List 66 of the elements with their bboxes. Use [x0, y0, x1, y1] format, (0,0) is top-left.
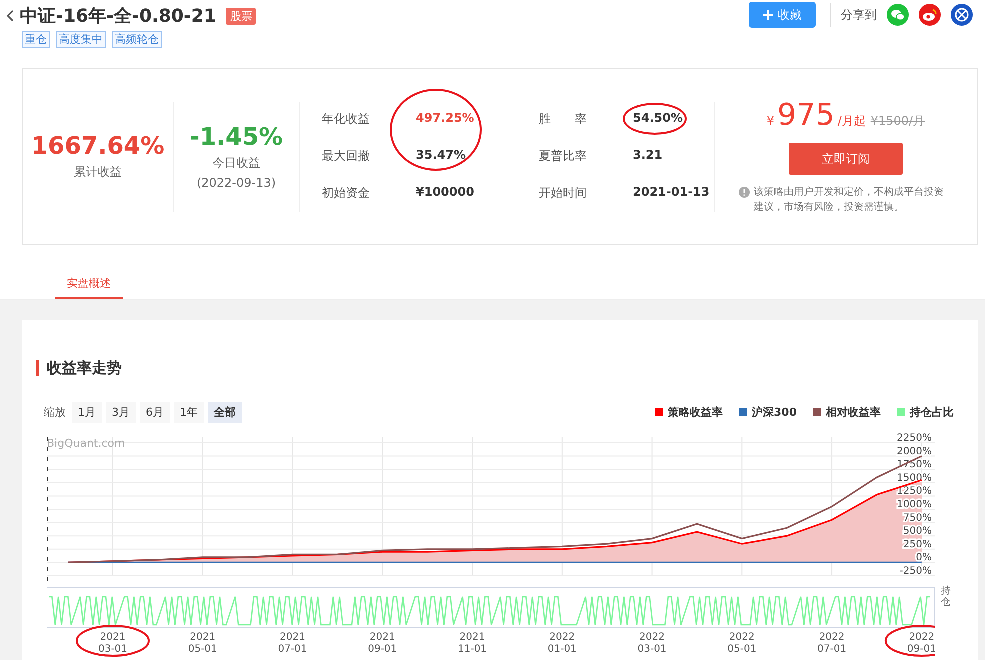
metric-value: ¥100000 [416, 185, 474, 199]
metric-label: 夏普比率 [539, 148, 588, 165]
metric-value: 2021-01-13 [633, 185, 710, 199]
x-tick-label: 2021 03-01 [98, 632, 128, 655]
today-return-label: 今日收益 [212, 155, 260, 172]
y-tick-label: -250% [900, 566, 932, 577]
zoom-option[interactable]: 全部 [208, 402, 242, 422]
y-tick-label: 2250% [897, 433, 932, 444]
y-tick-label: 250% [903, 539, 932, 550]
wechat-icon[interactable] [887, 4, 909, 26]
plus-icon [763, 10, 773, 20]
strategy-tag: 高频轮仓 [112, 31, 162, 48]
y-tick-label: 1250% [897, 486, 932, 498]
metric-value: 54.50% [633, 111, 683, 125]
y-tick-label: 2000% [897, 446, 932, 458]
x-tick-label: 2022 03-01 [638, 632, 667, 655]
metric-value: 497.25% [416, 111, 474, 125]
total-return-value: 1667.64% [31, 132, 165, 160]
y-tick-label: 500% [903, 526, 932, 538]
strategy-tag: 重仓 [22, 31, 50, 48]
today-date: (2022-09-13) [196, 176, 276, 190]
original-price: ¥1500/月 [870, 113, 926, 130]
currency-symbol: ¥ [766, 114, 775, 128]
navigator-label: 持仓 [941, 586, 951, 610]
metric-label: 年化收益 [322, 111, 371, 128]
price-unit: /月起 [838, 113, 866, 130]
share-label: 分享到 [841, 6, 877, 24]
metric-label: 胜 率 [539, 111, 588, 128]
x-tick-label: 2021 05-01 [188, 632, 218, 655]
legend-label[interactable]: 沪深300 [752, 404, 797, 420]
today-return-value: -1.45% [190, 123, 284, 151]
legend-label[interactable]: 相对收益率 [826, 404, 881, 420]
zoom-option[interactable]: 3月 [106, 402, 136, 422]
info-icon [739, 187, 750, 198]
strategy-tag: 高度集中 [56, 31, 106, 48]
total-return-label: 累计收益 [74, 164, 122, 181]
x-tick-label: 2021 07-01 [278, 632, 308, 655]
x-tick-label: 2021 09-01 [368, 632, 398, 655]
strategy-title: 中证-16年-全-0.80-21 [20, 5, 216, 28]
x-tick-label: 2021 11-01 [458, 632, 488, 655]
share-link-icon[interactable] [951, 4, 973, 26]
y-tick-label: 750% [903, 512, 932, 524]
zoom-label: 缩放 [44, 404, 66, 420]
y-tick-label: 1500% [897, 472, 932, 484]
y-tick-label: 1000% [897, 500, 932, 510]
back-icon[interactable] [6, 10, 14, 22]
disclaimer-text: 该策略由用户开发和定价，不构成平台投资建议，市场有风险，投资需谨慎。 [754, 186, 945, 215]
metric-value: 35.47% [416, 148, 466, 162]
weibo-icon[interactable] [919, 4, 941, 26]
metric-label: 初始资金 [322, 185, 371, 202]
x-tick-label: 2022 01-01 [548, 632, 577, 655]
x-tick-label: 2022 07-01 [818, 632, 847, 655]
zoom-option[interactable]: 1月 [72, 402, 102, 422]
legend-label[interactable]: 策略收益率 [668, 404, 724, 420]
zoom-option[interactable]: 1年 [174, 402, 204, 422]
x-tick-label: 2022 05-01 [728, 632, 757, 655]
legend-label[interactable]: 持仓占比 [910, 404, 954, 420]
metric-label: 开始时间 [539, 185, 588, 202]
metric-label: 最大回撤 [322, 148, 371, 165]
price-amount: 975 [778, 98, 835, 133]
stock-badge: 股票 [226, 8, 256, 24]
subscribe-button[interactable]: 立即订阅 [789, 143, 903, 175]
y-tick-label: 0% [916, 552, 932, 564]
zoom-option[interactable]: 6月 [140, 402, 170, 422]
section-title: 收益率走势 [47, 358, 122, 378]
metric-value: 3.21 [633, 148, 663, 162]
